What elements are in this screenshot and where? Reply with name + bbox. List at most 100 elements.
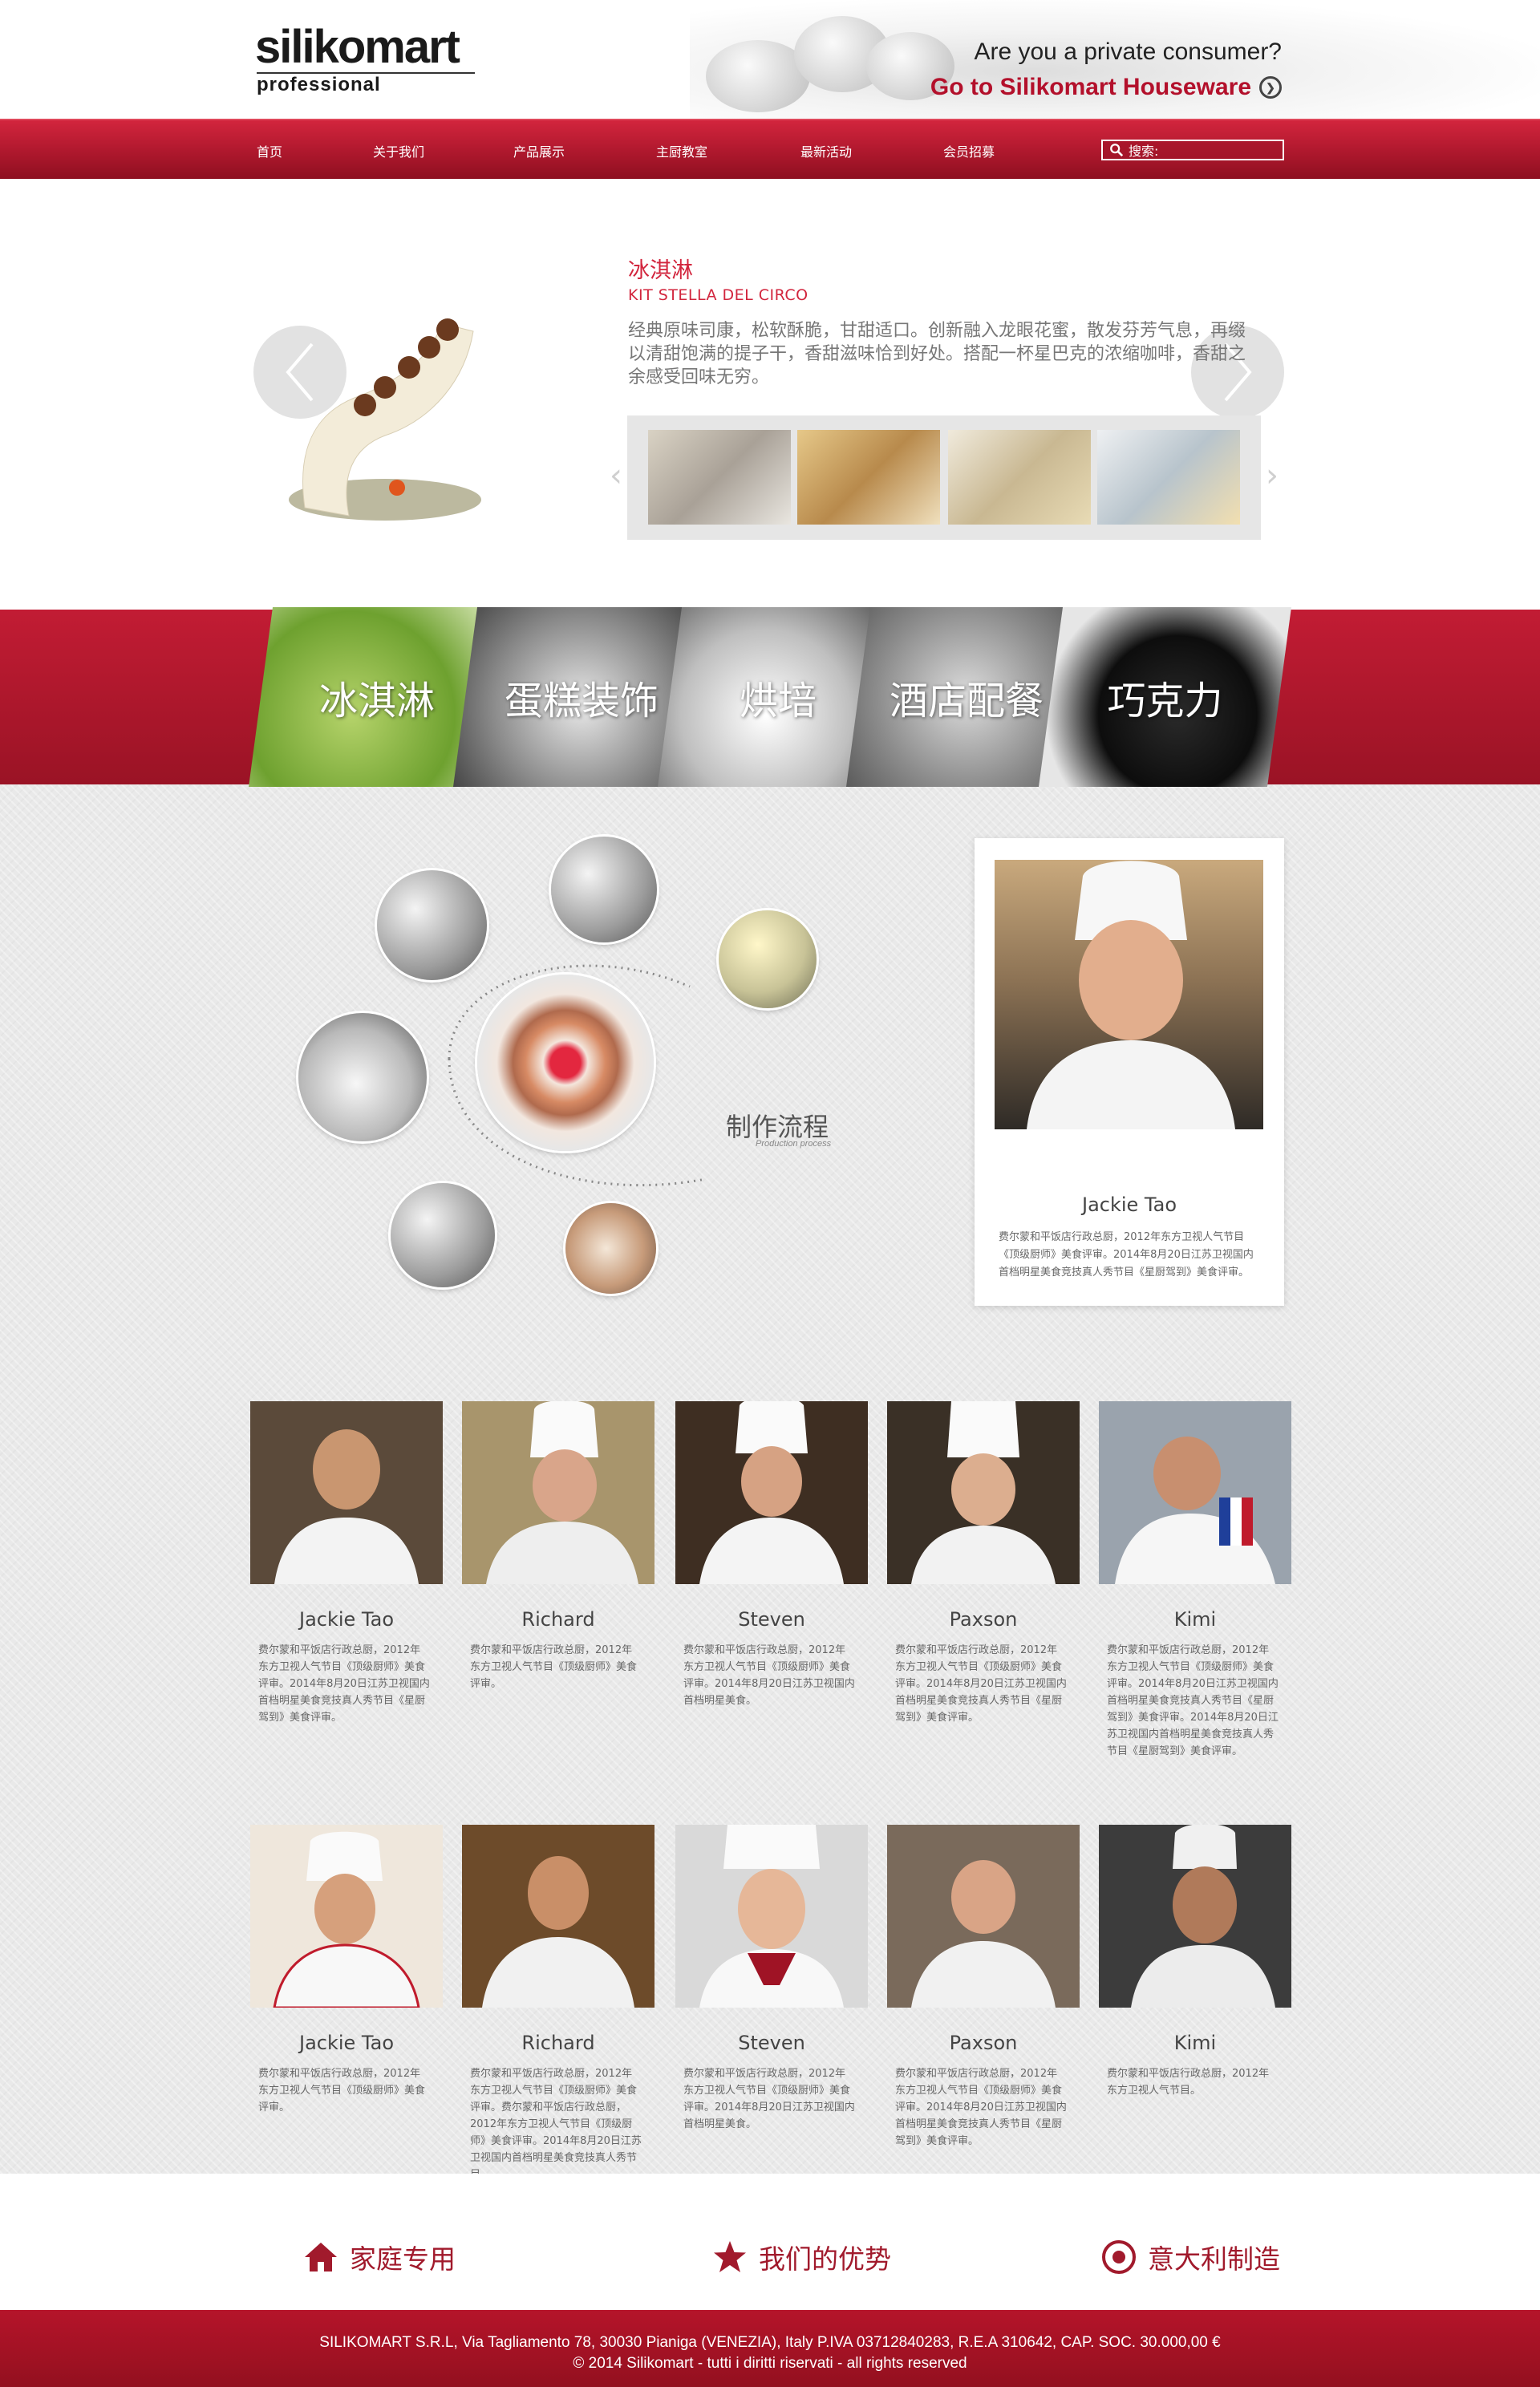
chef-name: Jackie Tao xyxy=(298,1608,395,1631)
nav-item-membership[interactable]: 会员招募 xyxy=(943,141,995,160)
chef-photo xyxy=(675,1825,868,2008)
featured-chef-photo xyxy=(995,860,1263,1129)
chef-portrait xyxy=(1099,1401,1291,1584)
thumbnail[interactable] xyxy=(948,430,1091,525)
chef-description: 费尔蒙和平饭店行政总厨，2012年东方卫视人气节目《顶级厨师》美食评审。2014… xyxy=(683,2068,855,2130)
chef-card[interactable]: Kimi 费尔蒙和平饭店行政总厨，2012年东方卫视人气节目《顶级厨师》美食评审… xyxy=(1099,1401,1291,1760)
thumbnail-strip xyxy=(627,415,1261,540)
search-label: 搜索: xyxy=(1129,144,1159,159)
slider-prev-button[interactable] xyxy=(253,326,346,419)
chef-card[interactable]: Jackie Tao 费尔蒙和平饭店行政总厨，2012年东方卫视人气节目《顶级厨… xyxy=(250,1825,443,2116)
category-label: 酒店配餐 xyxy=(889,679,1044,723)
logo-text[interactable]: silikomart xyxy=(255,24,460,71)
chef-photo xyxy=(1099,1825,1291,2008)
category-chocolate[interactable]: 巧克力 xyxy=(1039,607,1291,787)
process-step-image xyxy=(391,1183,495,1287)
chef-card[interactable]: Paxson 费尔蒙和平饭店行政总厨，2012年东方卫视人气节目《顶级厨师》美食… xyxy=(887,1825,1080,2150)
category-label: 蛋糕装饰 xyxy=(504,679,659,723)
chef-photo xyxy=(462,1825,654,2008)
site-header: silikomart professional Are you a privat… xyxy=(0,0,1540,119)
chef-description: 费尔蒙和平饭店行政总厨，2012年东方卫视人气节目《顶级厨师》美食评审。费尔蒙和… xyxy=(470,2068,642,2181)
thumbnail[interactable] xyxy=(797,430,940,525)
site-footer: SILIKOMART S.R.L, Via Tagliamento 78, 30… xyxy=(0,2310,1540,2387)
nav-item-home[interactable]: 首页 xyxy=(257,141,282,160)
chef-photo xyxy=(250,1401,443,1584)
logo-subtitle: professional xyxy=(257,74,381,95)
search-icon xyxy=(1110,144,1124,157)
chef-card[interactable]: Richard 费尔蒙和平饭店行政总厨，2012年东方卫视人气节目《顶级厨师》美… xyxy=(462,1825,654,2183)
chef-name: Jackie Tao xyxy=(298,2032,395,2054)
thumbnail[interactable] xyxy=(1097,430,1240,525)
thumb-next-icon[interactable]: › xyxy=(1266,457,1279,497)
chef-name: Richard xyxy=(521,2032,595,2054)
chef-portrait xyxy=(1099,1825,1291,2008)
chef-photo xyxy=(675,1401,868,1584)
chef-portrait xyxy=(1027,861,1235,1129)
badge-icon xyxy=(1102,2240,1136,2274)
chef-photo xyxy=(462,1401,654,1584)
chef-card[interactable]: Jackie Tao 费尔蒙和平饭店行政总厨，2012年东方卫视人气节目《顶级厨… xyxy=(250,1401,443,1726)
chef-description: 费尔蒙和平饭店行政总厨，2012年东方卫视人气节目《顶级厨师》美食评审。 xyxy=(470,1644,638,1690)
chef-photo xyxy=(250,1825,443,2008)
chef-portrait xyxy=(675,1825,868,2008)
chef-description: 费尔蒙和平饭店行政总厨，2012年东方卫视人气节目《顶级厨师》美食评审。 xyxy=(258,2068,426,2113)
chef-photo xyxy=(1099,1401,1291,1584)
chef-name: Kimi xyxy=(1173,2032,1217,2054)
made-in-italy-label: 意大利制造 xyxy=(1148,2243,1280,2275)
chef-card[interactable]: Kimi 费尔蒙和平饭店行政总厨，2012年东方卫视人气节目。 xyxy=(1099,1825,1291,2099)
process-step-image xyxy=(719,910,817,1008)
category-label: 冰淇淋 xyxy=(318,679,435,723)
featured-chef-card[interactable]: Jackie Tao 费尔蒙和平饭店行政总厨，2012年东方卫视人气节目《顶级厨… xyxy=(975,838,1284,1306)
consumer-question: Are you a private consumer? xyxy=(974,38,1282,65)
houseware-link[interactable]: Go to Silikomart Houseware ❯ xyxy=(930,74,1282,101)
chef-card[interactable]: Steven 费尔蒙和平饭店行政总厨，2012年东方卫视人气节目《顶级厨师》美食… xyxy=(675,1401,868,1709)
search-input[interactable]: 搜索: xyxy=(1101,140,1284,160)
chef-description: 费尔蒙和平饭店行政总厨，2012年东方卫视人气节目。 xyxy=(1107,2068,1270,2097)
thumb-prev-icon[interactable]: ‹ xyxy=(610,457,622,497)
hero-description: 经典原味司康，松软酥脆，甘甜适口。创新融入龙眼花蜜，散发芬芳气息，再缀以清甜饱满… xyxy=(628,321,1246,387)
chef-name: Steven xyxy=(738,2032,805,2054)
made-in-italy-link[interactable]: 意大利制造 xyxy=(1101,2238,1280,2276)
home-use-link[interactable]: 家庭专用 xyxy=(303,2238,456,2276)
chef-card[interactable]: Steven 费尔蒙和平饭店行政总厨，2012年东方卫视人气节目《顶级厨师》美食… xyxy=(675,1825,868,2133)
nav-item-chef-class[interactable]: 主厨教室 xyxy=(656,141,707,160)
chef-portrait xyxy=(462,1401,654,1584)
hero-slider xyxy=(0,179,1540,610)
chevron-left-icon xyxy=(286,342,314,402)
chef-name: Kimi xyxy=(1173,1608,1217,1631)
chef-name: Paxson xyxy=(949,2032,1018,2054)
chef-description: 费尔蒙和平饭店行政总厨，2012年东方卫视人气节目《顶级厨师》美食评审。2014… xyxy=(895,1644,1067,1724)
hero-title: 冰淇淋 xyxy=(628,258,693,283)
chef-portrait xyxy=(250,1401,443,1584)
star-icon xyxy=(714,2241,746,2272)
process-step-image xyxy=(298,1013,427,1141)
process-step-image xyxy=(551,837,657,942)
process-main-image xyxy=(477,975,654,1151)
chef-photo xyxy=(887,1825,1080,2008)
featured-chef-description: 费尔蒙和平饭店行政总厨，2012年东方卫视人气节目《顶级厨师》美食评审。2014… xyxy=(999,1231,1254,1279)
chef-name: Steven xyxy=(738,1608,805,1631)
hero-subtitle: KIT STELLA DEL CIRCO xyxy=(628,286,808,304)
footer-links: 家庭专用 我们的优势 意大利制造 xyxy=(0,2174,1540,2310)
chef-card[interactable]: Paxson 费尔蒙和平饭店行政总厨，2012年东方卫视人气节目《顶级厨师》美食… xyxy=(887,1401,1080,1726)
featured-chef-name: Jackie Tao xyxy=(1081,1194,1177,1216)
houseware-link-label: Go to Silikomart Houseware xyxy=(930,74,1251,100)
nav-item-products[interactable]: 产品展示 xyxy=(513,141,565,160)
main-nav: 首页 关于我们 产品展示 主厨教室 最新活动 会员招募 搜索: xyxy=(0,119,1540,179)
chef-name: Paxson xyxy=(949,1608,1018,1631)
nav-item-about[interactable]: 关于我们 xyxy=(373,141,424,160)
chef-portrait xyxy=(887,1401,1080,1584)
thumbnail[interactable] xyxy=(648,430,791,525)
process-step-image xyxy=(565,1203,656,1294)
chef-portrait xyxy=(887,1825,1080,2008)
nav-item-news[interactable]: 最新活动 xyxy=(800,141,852,160)
chef-card[interactable]: Richard 费尔蒙和平饭店行政总厨，2012年东方卫视人气节目《顶级厨师》美… xyxy=(462,1401,654,1692)
chef-portrait xyxy=(462,1825,654,2008)
advantages-link[interactable]: 我们的优势 xyxy=(712,2238,891,2276)
process-step-image xyxy=(377,870,487,980)
chef-portrait xyxy=(250,1825,443,2008)
category-strip: 冰淇淋 蛋糕装饰 烘培 酒店配餐 巧克力 xyxy=(249,607,1291,787)
category-label: 烘培 xyxy=(739,679,817,723)
home-icon xyxy=(305,2243,337,2272)
chef-description: 费尔蒙和平饭店行政总厨，2012年东方卫视人气节目《顶级厨师》美食评审。2014… xyxy=(895,2068,1067,2147)
